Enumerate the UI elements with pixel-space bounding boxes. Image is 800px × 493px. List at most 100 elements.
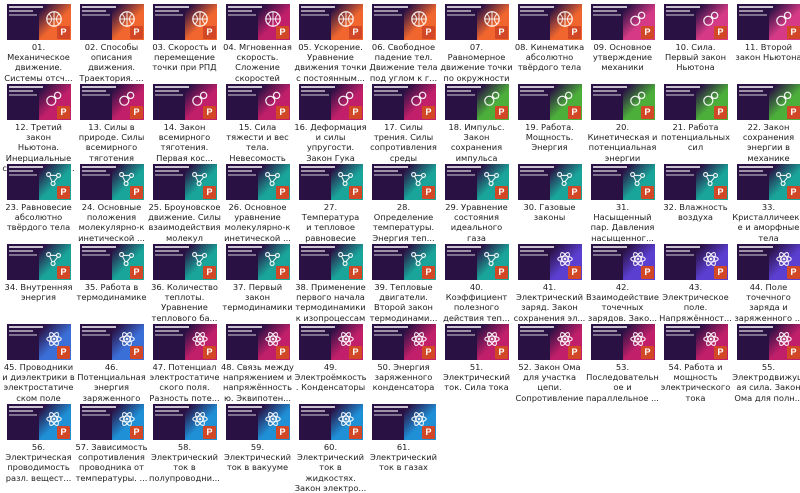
thumbnail-title-line: [9, 414, 37, 416]
powerpoint-icon: P: [130, 266, 143, 279]
powerpoint-icon: P: [422, 426, 435, 439]
thumbnail-title-line: [374, 10, 398, 12]
thumbnail-title-line: [301, 250, 325, 252]
thumbnail-title-line: [9, 10, 33, 12]
slide-thumbnail: P: [80, 4, 144, 40]
thumbnail-title-line: [155, 86, 189, 88]
thumbnail-title-line: [593, 94, 621, 96]
thumbnail-title-line: [447, 6, 481, 8]
powerpoint-icon: P: [787, 106, 800, 119]
slide-thumbnail: P: [153, 244, 217, 280]
slide-thumbnail: P: [7, 244, 71, 280]
thumbnail-title-line: [301, 14, 329, 16]
slide-thumbnail: P: [7, 164, 71, 200]
slide-thumbnail: P: [445, 4, 509, 40]
powerpoint-icon: P: [787, 186, 800, 199]
thumbnail-title-line: [593, 250, 617, 252]
slide-thumbnail: P: [80, 404, 144, 440]
thumbnail-title-line: [739, 174, 767, 176]
powerpoint-icon: P: [714, 186, 727, 199]
powerpoint-icon: P: [495, 26, 508, 39]
thumbnail-title-line: [9, 250, 33, 252]
powerpoint-icon: P: [349, 266, 362, 279]
thumbnail-title-line: [447, 14, 475, 16]
file-name-label: 29. Уравнение состояния идеального газа: [445, 202, 508, 243]
file-name-label: 44. Поле точечного заряда и заряженного …: [734, 282, 800, 323]
file-name-label: 28. Определение температуры. Энергия теп…: [372, 202, 435, 243]
thumbnail-title-line: [9, 406, 43, 408]
powerpoint-icon: P: [714, 346, 727, 359]
file-name-label: 10. Сила. Первый закон Ньютона: [664, 42, 727, 73]
thumbnail-title-line: [520, 246, 554, 248]
thumbnail-title-line: [155, 326, 189, 328]
thumbnail-title-line: [520, 170, 544, 172]
thumbnail-title-line: [155, 406, 189, 408]
slide-thumbnail: P: [664, 4, 728, 40]
thumbnail-title-line: [374, 86, 408, 88]
slide-thumbnail: P: [664, 244, 728, 280]
file-name-label: 14. Закон всемирного тяготения. Первая к…: [156, 122, 213, 163]
thumbnail-title-line: [593, 170, 617, 172]
file-name-label: 61. Электрический ток в газах: [369, 442, 438, 473]
thumbnail-title-line: [520, 10, 544, 12]
thumbnail-title-line: [447, 174, 475, 176]
slide-thumbnail: P: [591, 164, 655, 200]
file-name-label: 55. Электродвижущ ая сила. Закон Ома для…: [732, 362, 800, 403]
powerpoint-icon: P: [568, 266, 581, 279]
slide-thumbnail: P: [737, 164, 800, 200]
thumbnail-title-line: [447, 86, 481, 88]
thumbnail-title-line: [228, 174, 256, 176]
slide-thumbnail: P: [153, 404, 217, 440]
file-name-label: 18. Импульс. Закон сохранения импульса: [448, 122, 505, 163]
slide-thumbnail: P: [7, 404, 71, 440]
file-name-label: 19. Работа. Мощность. Энергия: [525, 122, 574, 153]
thumbnail-title-line: [374, 246, 408, 248]
thumbnail-title-line: [301, 10, 325, 12]
slide-thumbnail: P: [518, 244, 582, 280]
slide-thumbnail: P: [664, 84, 728, 120]
powerpoint-icon: P: [57, 186, 70, 199]
powerpoint-icon: P: [349, 106, 362, 119]
powerpoint-icon: P: [787, 26, 800, 39]
thumbnail-title-line: [82, 86, 116, 88]
file-name-label: 36. Количество теплоты. Уравнение теплов…: [151, 282, 218, 323]
powerpoint-icon: P: [349, 186, 362, 199]
thumbnail-title-line: [82, 94, 110, 96]
thumbnail-title-line: [374, 166, 408, 168]
thumbnail-title-line: [593, 14, 621, 16]
slide-thumbnail: P: [153, 4, 217, 40]
thumbnail-title-line: [666, 250, 690, 252]
thumbnail-title-line: [593, 174, 621, 176]
slide-thumbnail: P: [153, 164, 217, 200]
thumbnail-title-line: [520, 90, 544, 92]
slide-thumbnail: P: [7, 324, 71, 360]
thumbnail-title-line: [301, 90, 325, 92]
file-name-label: 09. Основное утверждение механики: [592, 42, 653, 73]
thumbnail-title-line: [739, 330, 763, 332]
powerpoint-icon: P: [422, 26, 435, 39]
thumbnail-title-line: [155, 94, 183, 96]
powerpoint-icon: P: [568, 106, 581, 119]
thumbnail-title-line: [155, 10, 179, 12]
thumbnail-title-line: [82, 170, 106, 172]
thumbnail-title-line: [447, 10, 471, 12]
thumbnail-title-line: [82, 330, 106, 332]
thumbnail-title-line: [228, 166, 262, 168]
file-name-label: 48. Связь между напряжением и напряжённо…: [221, 362, 294, 403]
slide-thumbnail: P: [445, 324, 509, 360]
file-name-label: 41. Электрический заряд. Закон сохранени…: [513, 282, 586, 323]
slide-thumbnail: P: [372, 324, 436, 360]
thumbnail-title-line: [9, 94, 37, 96]
slide-thumbnail: P: [737, 4, 800, 40]
thumbnail-title-line: [739, 166, 773, 168]
thumbnail-title-line: [593, 334, 621, 336]
thumbnail-title-line: [82, 6, 116, 8]
thumbnail-title-line: [520, 330, 544, 332]
powerpoint-icon: P: [203, 266, 216, 279]
powerpoint-icon: P: [495, 266, 508, 279]
thumbnail-title-line: [9, 90, 33, 92]
slide-thumbnail: P: [299, 84, 363, 120]
thumbnail-title-line: [9, 86, 43, 88]
thumbnail-title-line: [520, 254, 548, 256]
thumbnail-title-line: [666, 334, 694, 336]
